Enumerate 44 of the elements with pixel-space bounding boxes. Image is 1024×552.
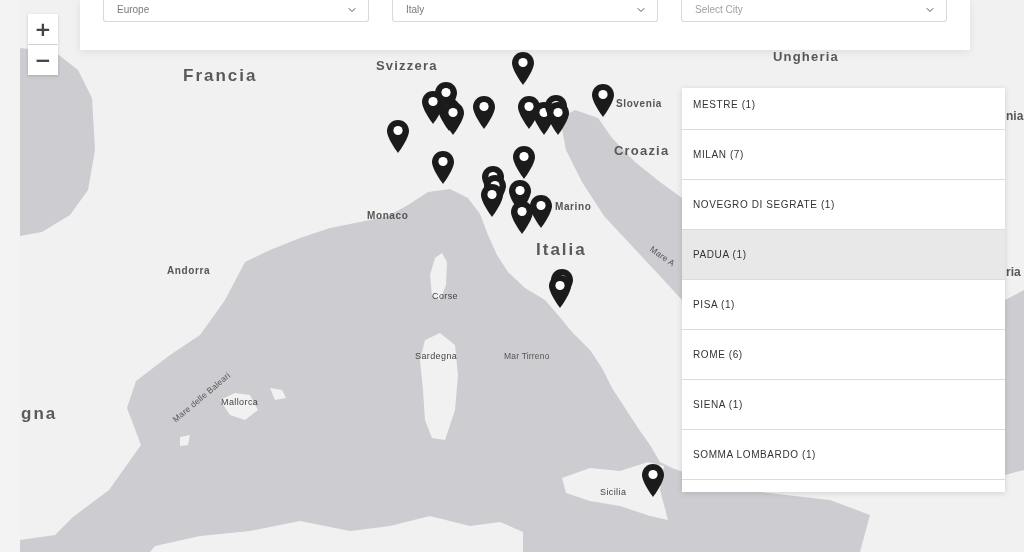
city-list-item[interactable]: MILAN (7) (682, 130, 1005, 180)
marker-cluster-icon[interactable] (422, 82, 464, 135)
island-shape (220, 393, 258, 420)
map-place-label: Mallorca (221, 397, 259, 408)
zoom-out-button[interactable]: − (28, 45, 58, 75)
map-place-label: Ungheria (773, 50, 839, 65)
city-list-item[interactable]: MESTRE (1) (682, 88, 1005, 130)
island-shape (270, 388, 286, 400)
map-place-label: Sardegna (415, 351, 458, 362)
map-place-label: Monaco (367, 210, 409, 222)
city-list-item[interactable]: SOMMA LOMBARDO (1) (682, 430, 1005, 480)
map-marker-icon[interactable] (513, 146, 535, 179)
map-marker-icon[interactable] (387, 120, 409, 153)
marker-cluster-icon[interactable] (549, 269, 573, 308)
zoom-in-button[interactable]: + (28, 14, 58, 44)
map-place-label: Croazia (614, 144, 670, 159)
map-place-label: Corse (432, 291, 458, 302)
map-place-label: gna (21, 404, 58, 424)
city-list-item[interactable]: NOVEGRO DI SEGRATE (1) (682, 180, 1005, 230)
map-place-label: nia (1006, 110, 1024, 124)
map-place-label: Mar Tirreno (504, 352, 550, 362)
city-list-item[interactable]: SIENA (1) (682, 380, 1005, 430)
city-list-item[interactable]: ROME (6) (682, 330, 1005, 380)
map-marker-icon[interactable] (432, 151, 454, 184)
map-place-label: Sicilia (600, 487, 627, 498)
marker-cluster-icon[interactable] (518, 95, 569, 135)
marker-cluster-icon[interactable] (481, 166, 506, 217)
map-place-label: Andorra (167, 265, 211, 277)
map-place-label: Italia (536, 240, 587, 260)
map-place-label: Francia (183, 66, 258, 86)
city-list-item[interactable]: PISA (1) (682, 280, 1005, 330)
map-place-label: Marino (555, 201, 592, 213)
map-marker-icon[interactable] (592, 84, 614, 117)
marker-cluster-icon[interactable] (509, 180, 552, 234)
map-marker-icon[interactable] (512, 52, 534, 85)
map-place-label: ria (1006, 266, 1021, 280)
city-list-item[interactable]: PADUA (1) (682, 230, 1005, 280)
island-shape (180, 435, 190, 446)
map-marker-icon[interactable] (642, 464, 664, 497)
map-place-label: Svizzera (376, 59, 438, 74)
map-place-label: Slovenia (616, 98, 662, 110)
continent-select[interactable]: Europe (103, 0, 369, 22)
country-select[interactable]: Italy (392, 0, 658, 22)
map-marker-icon[interactable] (473, 96, 495, 129)
